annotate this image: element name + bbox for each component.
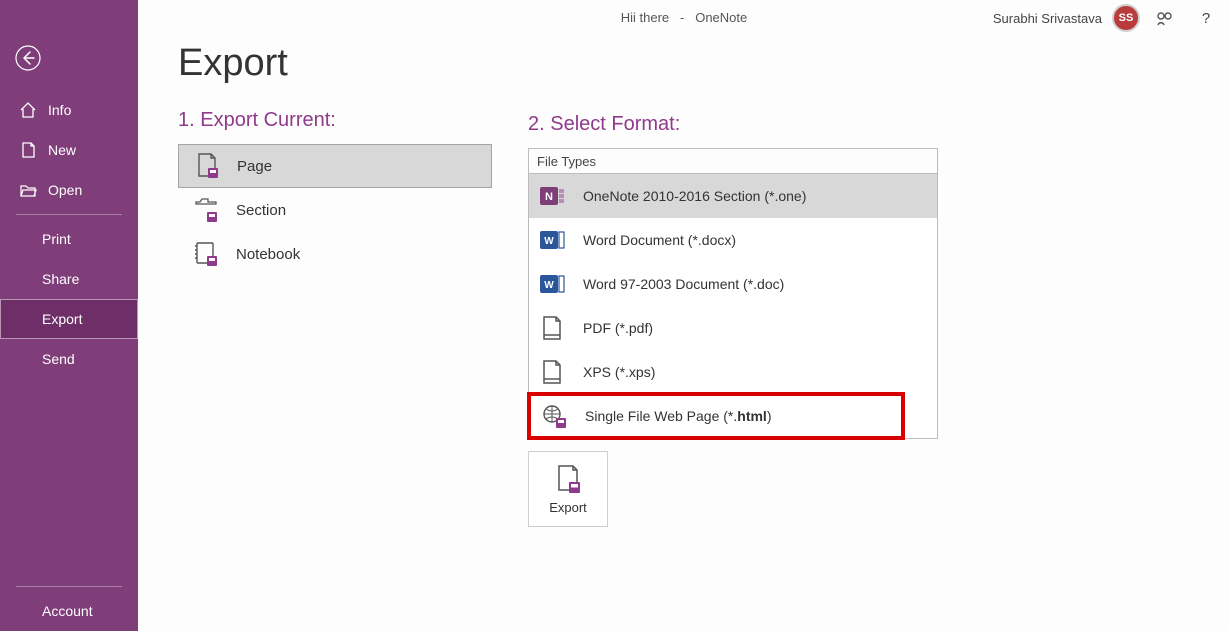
ft-xps[interactable]: XPS (*.xps) bbox=[529, 350, 937, 394]
scope-page[interactable]: Page bbox=[178, 144, 492, 188]
word-icon: W bbox=[539, 227, 565, 253]
sidebar-item-info[interactable]: Info bbox=[0, 90, 138, 130]
app-name: OneNote bbox=[695, 10, 747, 25]
svg-text:N: N bbox=[545, 191, 553, 203]
title-separator: - bbox=[673, 10, 692, 25]
ft-label: Word Document (*.docx) bbox=[583, 232, 736, 248]
select-format-heading: 2. Select Format: bbox=[528, 113, 938, 136]
backstage-sidebar: Info New Open Print Share Export Send bbox=[0, 0, 138, 631]
title-bar: Hii there - OneNote Surabhi Srivastava S… bbox=[138, 0, 1230, 36]
notebook-save-icon bbox=[194, 240, 218, 268]
ft-word[interactable]: W Word Document (*.docx) bbox=[529, 218, 937, 262]
user-avatar[interactable]: SS bbox=[1112, 4, 1140, 32]
sidebar-item-new[interactable]: New bbox=[0, 130, 138, 170]
export-current-heading: 1. Export Current: bbox=[178, 109, 492, 132]
scope-label: Notebook bbox=[236, 246, 300, 263]
sidebar-item-print[interactable]: Print bbox=[0, 219, 138, 259]
folder-open-icon bbox=[18, 180, 38, 200]
ft-onenote[interactable]: N OneNote 2010-2016 Section (*.one) bbox=[529, 174, 937, 218]
sidebar-item-account[interactable]: Account bbox=[0, 591, 138, 631]
sidebar-item-open[interactable]: Open bbox=[0, 170, 138, 210]
html-icon bbox=[541, 403, 567, 429]
ft-label: XPS (*.xps) bbox=[583, 364, 655, 380]
onenote-icon: N bbox=[539, 183, 565, 209]
page-save-icon bbox=[195, 152, 219, 180]
window-title: Hii there - OneNote bbox=[621, 10, 748, 25]
svg-text:W: W bbox=[544, 236, 554, 247]
sidebar-item-label: Export bbox=[42, 311, 82, 327]
sidebar-item-label: Account bbox=[42, 603, 93, 619]
notifications-icon[interactable] bbox=[1146, 4, 1182, 32]
sidebar-item-label: Print bbox=[42, 231, 71, 247]
ft-label: Word 97-2003 Document (*.doc) bbox=[583, 276, 784, 292]
back-arrow-icon bbox=[14, 44, 42, 72]
word97-icon: W bbox=[539, 271, 565, 297]
scope-label: Page bbox=[237, 158, 272, 175]
file-types-header: File Types bbox=[529, 149, 937, 174]
sidebar-item-label: Share bbox=[42, 271, 79, 287]
page-title: Export bbox=[178, 42, 1190, 85]
sidebar-item-label: New bbox=[48, 142, 76, 158]
scope-notebook[interactable]: Notebook bbox=[178, 232, 492, 276]
section-save-icon bbox=[194, 196, 218, 224]
home-icon bbox=[18, 100, 38, 120]
ft-label: Single File Web Page (*.html) bbox=[585, 408, 772, 424]
sidebar-item-label: Send bbox=[42, 351, 75, 367]
sidebar-item-share[interactable]: Share bbox=[0, 259, 138, 299]
sidebar-item-label: Open bbox=[48, 182, 82, 198]
scope-section[interactable]: Section bbox=[178, 188, 492, 232]
backstage-content: Export 1. Export Current: Page bbox=[138, 0, 1230, 631]
back-button[interactable] bbox=[10, 40, 46, 76]
sidebar-item-send[interactable]: Send bbox=[0, 339, 138, 379]
document-name: Hii there bbox=[621, 10, 669, 25]
page-icon bbox=[18, 140, 38, 160]
svg-text:W: W bbox=[544, 280, 554, 291]
sidebar-separator bbox=[16, 586, 122, 587]
scope-label: Section bbox=[236, 202, 286, 219]
ft-label: OneNote 2010-2016 Section (*.one) bbox=[583, 188, 806, 204]
file-types-box: File Types N OneNote 2010-2016 Section (… bbox=[528, 148, 938, 439]
user-name[interactable]: Surabhi Srivastava bbox=[993, 11, 1102, 26]
page-save-icon bbox=[555, 464, 581, 494]
xps-icon bbox=[539, 359, 565, 385]
ft-label: PDF (*.pdf) bbox=[583, 320, 653, 336]
export-button-label: Export bbox=[549, 500, 587, 515]
ft-pdf[interactable]: PDF (*.pdf) bbox=[529, 306, 937, 350]
export-button[interactable]: Export bbox=[528, 451, 608, 527]
sidebar-separator bbox=[16, 214, 122, 215]
ft-html[interactable]: Single File Web Page (*.html) bbox=[527, 392, 905, 440]
ft-word97[interactable]: W Word 97-2003 Document (*.doc) bbox=[529, 262, 937, 306]
sidebar-item-export[interactable]: Export bbox=[0, 299, 138, 339]
sidebar-item-label: Info bbox=[48, 102, 71, 118]
help-icon[interactable]: ? bbox=[1188, 4, 1224, 32]
pdf-icon bbox=[539, 315, 565, 341]
